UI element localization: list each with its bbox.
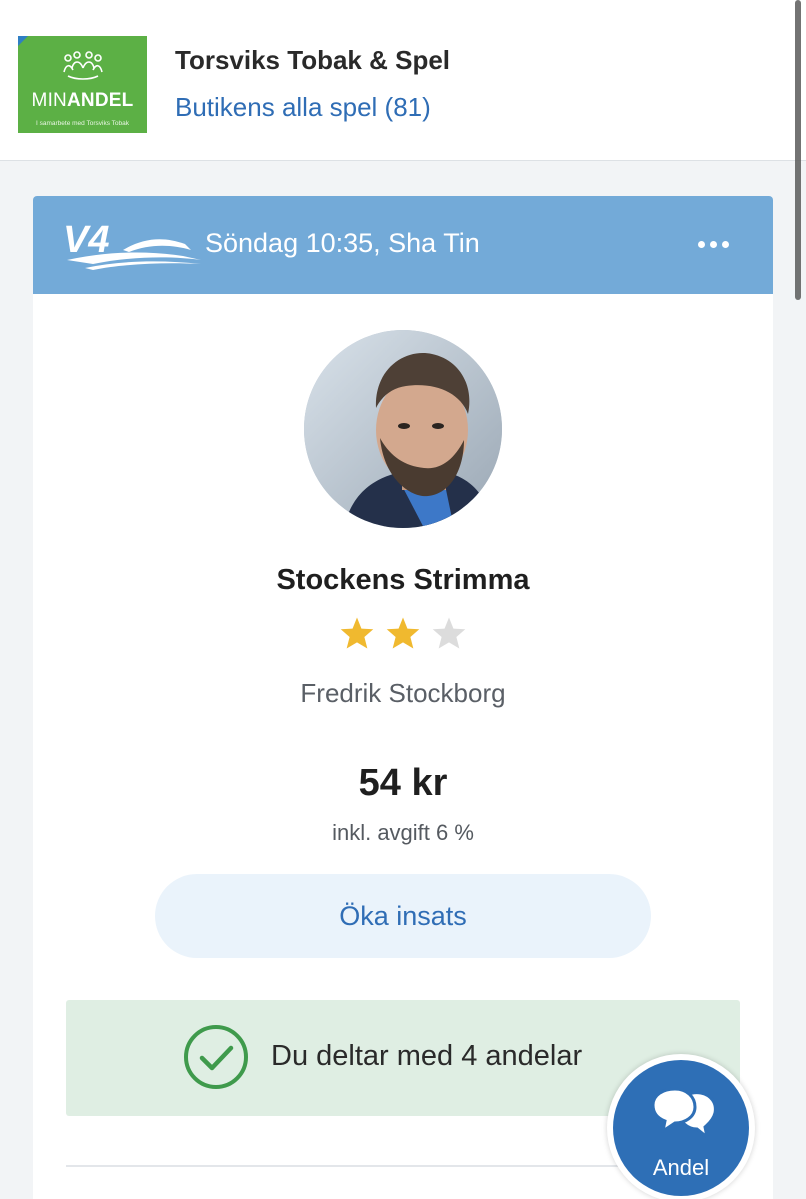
- share-price: 54 kr: [358, 762, 448, 804]
- star-empty-icon: [432, 617, 466, 649]
- more-options-button[interactable]: [693, 232, 733, 256]
- avatar-portrait: [304, 330, 502, 528]
- participation-text: Du deltar med 4 andelar: [271, 1040, 583, 1072]
- logo-word-light: MIN: [31, 90, 67, 111]
- game-card: V4 Söndag 10:35, Sha Tin Stockens Strimm…: [33, 196, 773, 1199]
- star-filled-icon: [340, 617, 374, 649]
- rating-stars: [33, 616, 773, 650]
- store-name: Torsviks Tobak & Spel: [175, 45, 451, 75]
- race-title: Söndag 10:35, Sha Tin: [205, 228, 480, 258]
- group-name: Stockens Strimma: [276, 564, 530, 596]
- logo-corner: [18, 36, 28, 46]
- avatar: [304, 330, 502, 528]
- store-all-games-link[interactable]: Butikens alla spel (81): [175, 92, 431, 123]
- page: MINANDEL I samarbete med Torsviks Tobak …: [0, 0, 806, 1199]
- ellipsis-icon: [721, 240, 729, 248]
- scrollbar[interactable]: [795, 0, 801, 300]
- chat-button-inner: Andel: [613, 1060, 749, 1196]
- logo-wordmark: MINANDEL: [18, 90, 147, 112]
- star-filled-icon: [386, 617, 420, 649]
- store-header: MINANDEL I samarbete med Torsviks Tobak …: [0, 0, 806, 161]
- logo-word-bold: ANDEL: [66, 90, 134, 111]
- chat-button[interactable]: Andel: [607, 1054, 755, 1199]
- fee-note: inkl. avgift 6 %: [332, 820, 474, 845]
- chat-bubbles-icon: [651, 1087, 717, 1141]
- chat-button-label: Andel: [652, 1155, 710, 1180]
- card-header: V4 Söndag 10:35, Sha Tin: [33, 196, 773, 294]
- increase-stake-button[interactable]: Öka insats: [155, 874, 651, 958]
- people-icon: [63, 51, 103, 80]
- owner-name[interactable]: Fredrik Stockborg: [33, 678, 773, 709]
- ellipsis-icon: [709, 240, 717, 248]
- logo-tagline: I samarbete med Torsviks Tobak: [36, 120, 129, 127]
- check-circle-icon: [184, 1025, 248, 1089]
- store-logo[interactable]: MINANDEL I samarbete med Torsviks Tobak: [18, 36, 147, 133]
- ellipsis-icon: [697, 240, 705, 248]
- v4-logo: V4: [63, 219, 201, 270]
